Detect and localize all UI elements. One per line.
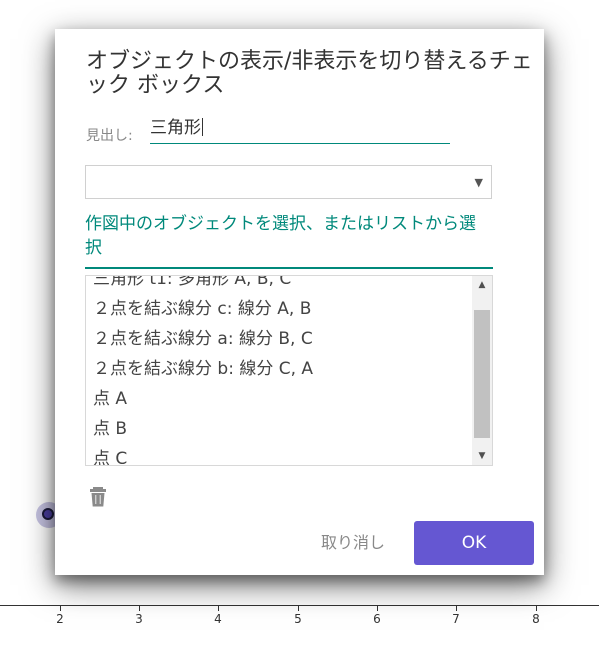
- cancel-button[interactable]: 取り消し: [313, 529, 393, 557]
- list-item[interactable]: 点 C: [86, 444, 472, 465]
- x-axis-tick: [536, 606, 537, 611]
- dropdown-arrow-icon[interactable]: ▼: [475, 176, 483, 189]
- x-axis-tick: [456, 606, 457, 611]
- scroll-up-icon[interactable]: ▲: [472, 276, 492, 294]
- list-item[interactable]: 点 B: [86, 414, 472, 444]
- x-axis-tick: [218, 606, 219, 611]
- list-scrollbar[interactable]: ▲ ▼: [472, 276, 492, 465]
- x-axis-tick: [139, 606, 140, 611]
- x-tick-label: 6: [373, 612, 381, 626]
- selection-hint: 作図中のオブジェクトを選択、またはリストから選択: [85, 214, 476, 258]
- caption-input[interactable]: 三角形: [150, 117, 450, 141]
- x-tick-label: 5: [294, 612, 302, 626]
- x-tick-label: 7: [452, 612, 460, 626]
- scrollbar-thumb[interactable]: [474, 310, 490, 438]
- point[interactable]: [42, 508, 54, 520]
- list-item[interactable]: ２点を結ぶ線分 a: 線分 B, C: [86, 324, 472, 354]
- x-axis-tick: [298, 606, 299, 611]
- dialog-title: オブジェクトの表示/非表示を切り替えるチェック ボックス: [86, 49, 533, 98]
- x-axis-tick: [377, 606, 378, 611]
- list-item[interactable]: 三角形 t1: 多角形 A, B, C: [86, 276, 472, 294]
- x-axis-tick: [60, 606, 61, 611]
- object-select-dropdown[interactable]: ▼: [85, 165, 492, 199]
- trash-icon[interactable]: [88, 486, 108, 508]
- object-list-items: 三角形 t1: 多角形 A, B, C ２点を結ぶ線分 c: 線分 A, B ２…: [86, 276, 472, 465]
- x-tick-label: 3: [135, 612, 143, 626]
- caption-value: 三角形: [150, 118, 201, 138]
- x-axis: [0, 605, 599, 606]
- x-tick-label: 2: [56, 612, 64, 626]
- text-cursor: [202, 118, 203, 136]
- x-tick-label: 8: [532, 612, 540, 626]
- scroll-down-icon[interactable]: ▼: [472, 447, 492, 465]
- caption-label: 見出し:: [86, 128, 133, 144]
- list-item[interactable]: 点 A: [86, 384, 472, 414]
- hint-underline: [85, 267, 493, 269]
- checkbox-dialog: オブジェクトの表示/非表示を切り替えるチェック ボックス 見出し: 三角形 ▼ …: [55, 29, 544, 575]
- x-tick-label: 4: [214, 612, 222, 626]
- caption-underline: [150, 143, 450, 144]
- caption-row: 見出し: 三角形: [86, 117, 466, 145]
- list-item[interactable]: ２点を結ぶ線分 c: 線分 A, B: [86, 294, 472, 324]
- ok-button[interactable]: OK: [414, 521, 534, 565]
- list-item[interactable]: ２点を結ぶ線分 b: 線分 C, A: [86, 354, 472, 384]
- object-list[interactable]: 三角形 t1: 多角形 A, B, C ２点を結ぶ線分 c: 線分 A, B ２…: [85, 275, 493, 466]
